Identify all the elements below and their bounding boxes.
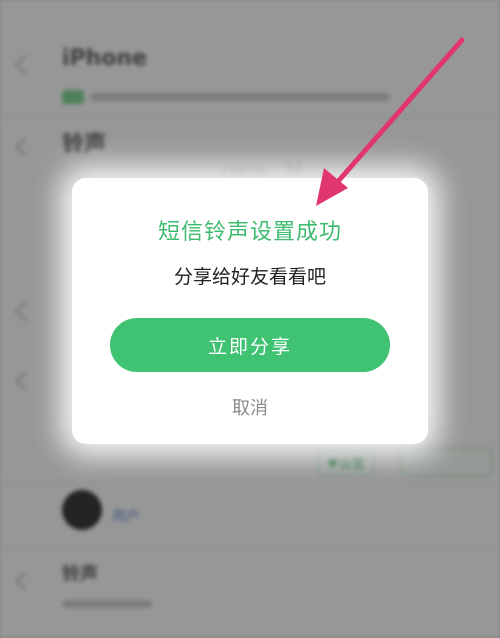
success-dialog: 短信铃声设置成功 分享给好友看看吧 立即分享 取消 [72, 178, 428, 444]
cancel-button[interactable]: 取消 [200, 390, 300, 424]
dialog-title: 短信铃声设置成功 [157, 220, 342, 245]
share-now-button[interactable]: 立即分享 [110, 318, 390, 372]
dialog-message: 分享给好友看看吧 [173, 266, 326, 288]
